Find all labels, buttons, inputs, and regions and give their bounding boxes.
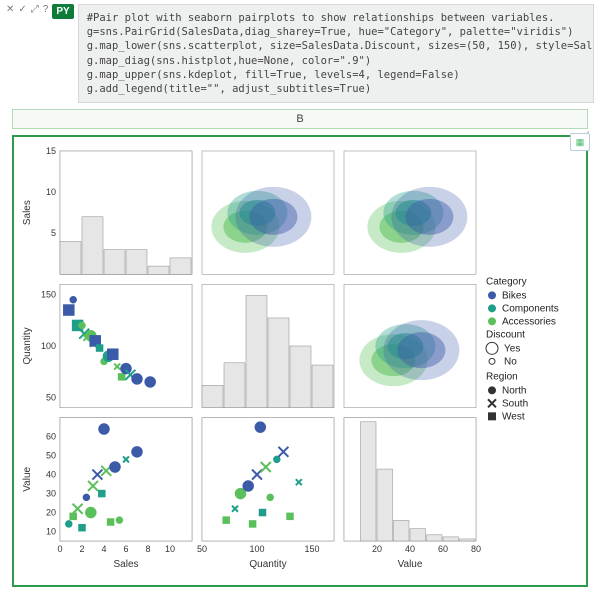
accept-icon[interactable]: ✓: [18, 4, 26, 15]
svg-text:Region: Region: [486, 371, 518, 382]
python-badge: PY: [52, 4, 73, 19]
svg-text:Discount: Discount: [486, 329, 525, 340]
code-editor[interactable]: #Pair plot with seaborn pairplots to sho…: [78, 4, 594, 103]
svg-text:Category: Category: [486, 276, 527, 287]
svg-text:West: West: [502, 411, 525, 422]
svg-text:150: 150: [304, 544, 319, 554]
column-header-label: B: [296, 113, 303, 125]
svg-text:North: North: [502, 385, 526, 396]
svg-text:50: 50: [197, 544, 207, 554]
svg-text:Bikes: Bikes: [502, 290, 526, 301]
svg-text:30: 30: [46, 489, 56, 499]
svg-text:15: 15: [46, 146, 56, 156]
svg-text:20: 20: [46, 508, 56, 518]
svg-text:20: 20: [372, 544, 382, 554]
svg-text:100: 100: [41, 341, 56, 351]
svg-text:Yes: Yes: [504, 343, 520, 354]
pairgrid-chart: Sales Quantity Value Sales Quantity Value 5 10 1…: [20, 145, 572, 575]
cell-controls: ✕ ✓ ⤢ ?: [6, 4, 48, 15]
svg-text:8: 8: [145, 544, 150, 554]
column-header-b[interactable]: B (: [12, 109, 588, 129]
help-icon[interactable]: ?: [43, 4, 49, 15]
svg-text:Quantity: Quantity: [22, 327, 33, 364]
svg-text:South: South: [502, 398, 528, 409]
svg-text:10: 10: [46, 187, 56, 197]
svg-text:80: 80: [471, 544, 481, 554]
svg-text:100: 100: [249, 544, 264, 554]
svg-text:5: 5: [51, 228, 56, 238]
svg-text:Value: Value: [22, 467, 33, 492]
card-icon: ▦: [570, 133, 590, 151]
svg-text:Sales: Sales: [113, 559, 138, 570]
svg-text:60: 60: [46, 432, 56, 442]
svg-text:50: 50: [46, 392, 56, 402]
svg-text:0: 0: [57, 544, 62, 554]
svg-text:2: 2: [79, 544, 84, 554]
svg-text:Accessories: Accessories: [502, 316, 556, 327]
plot-output-cell[interactable]: ▦ Sales Quantity Value Sales Quantity Value 5 1…: [12, 135, 588, 587]
svg-text:Components: Components: [502, 303, 559, 314]
svg-text:Sales: Sales: [22, 200, 33, 225]
svg-text:No: No: [504, 356, 517, 367]
expand-icon[interactable]: ⤢: [31, 4, 39, 15]
svg-text:60: 60: [438, 544, 448, 554]
svg-text:50: 50: [46, 451, 56, 461]
svg-text:40: 40: [46, 470, 56, 480]
svg-text:4: 4: [101, 544, 106, 554]
svg-text:10: 10: [165, 544, 175, 554]
svg-text:Value: Value: [398, 559, 423, 570]
close-icon[interactable]: ✕: [6, 4, 14, 15]
svg-text:150: 150: [41, 290, 56, 300]
svg-text:Quantity: Quantity: [249, 559, 286, 570]
svg-text:40: 40: [405, 544, 415, 554]
svg-text:10: 10: [46, 527, 56, 537]
svg-text:6: 6: [123, 544, 128, 554]
